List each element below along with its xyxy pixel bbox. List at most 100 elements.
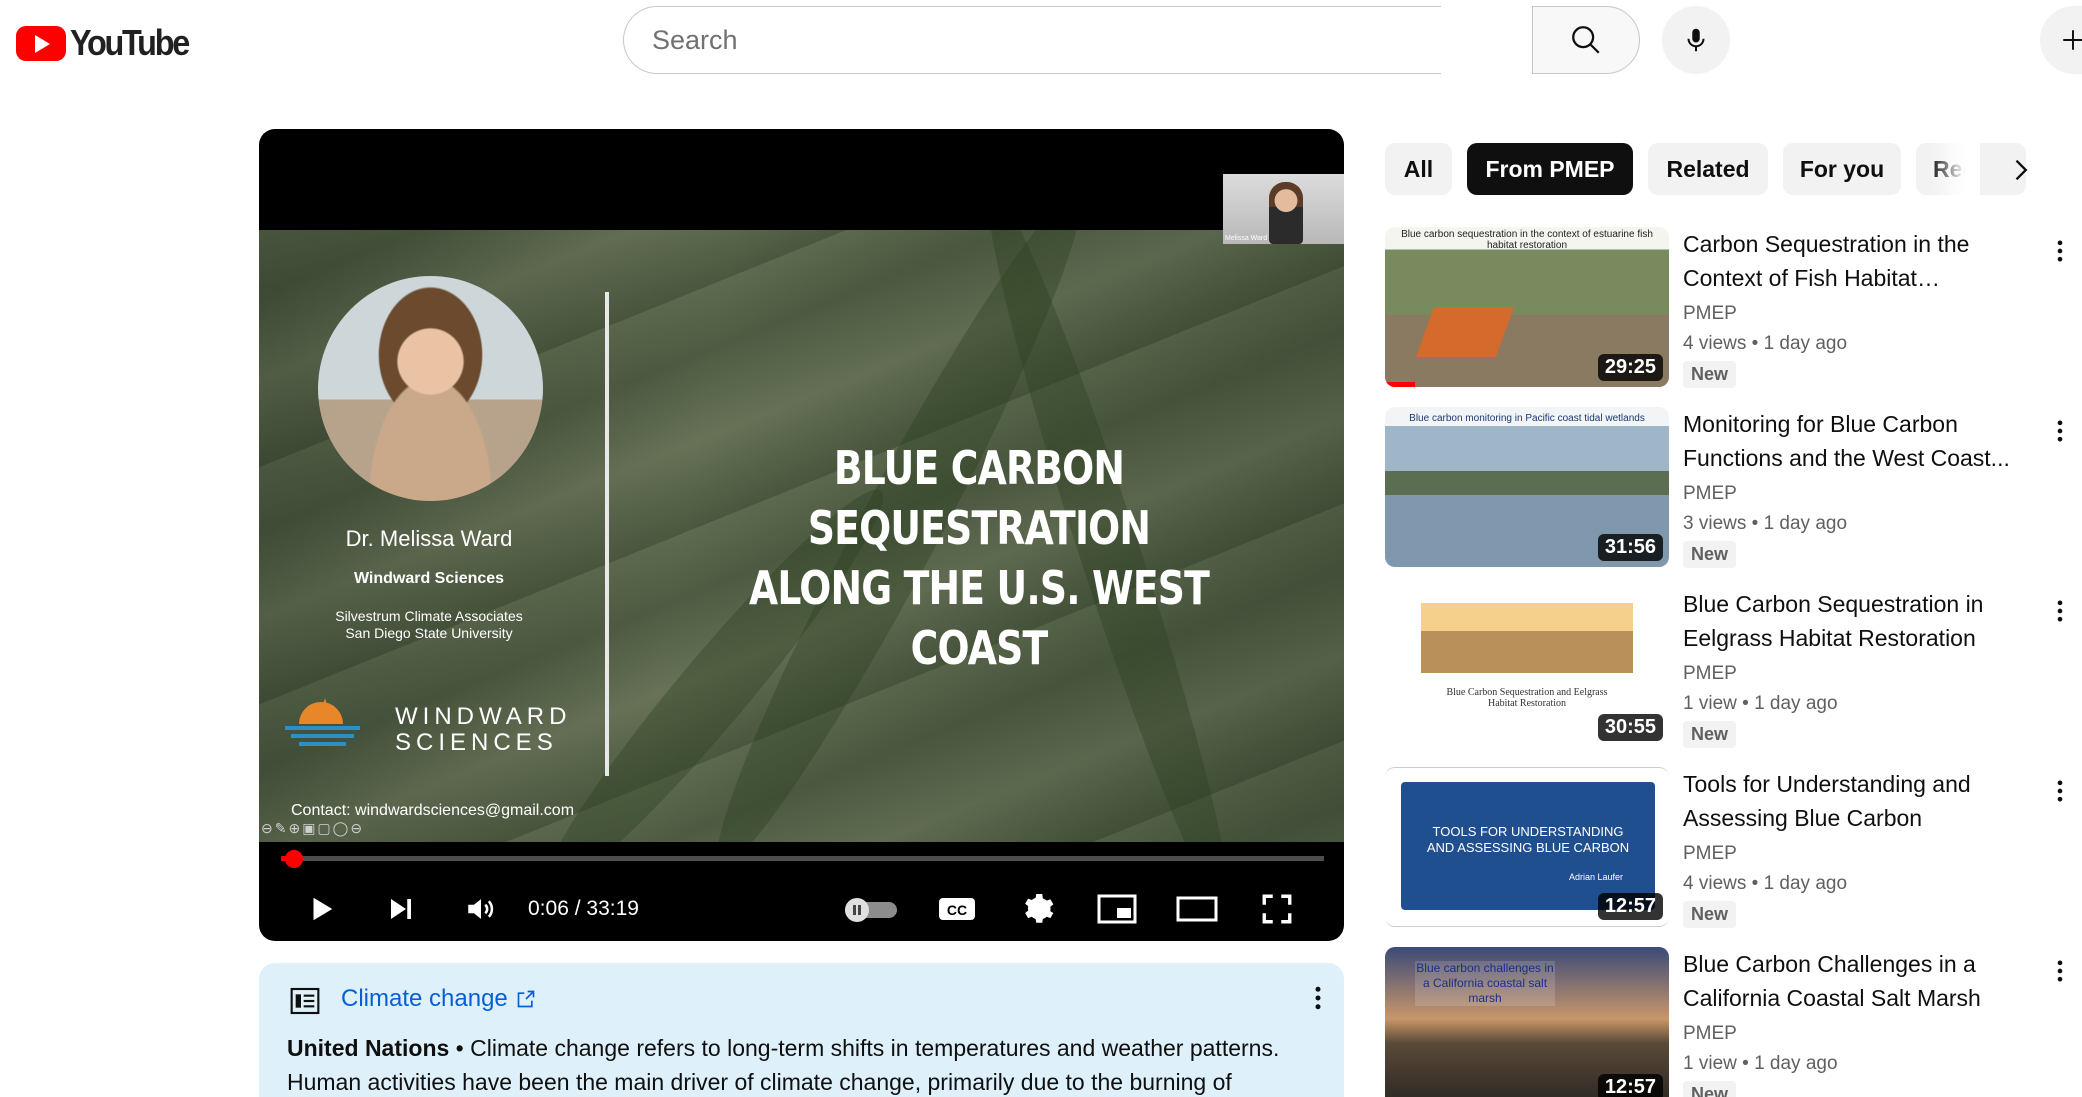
video-thumbnail[interactable]: Blue Carbon Sequestration and Eelgrass H… — [1385, 587, 1669, 747]
video-thumbnail[interactable]: Blue carbon monitoring in Pacific coast … — [1385, 407, 1669, 567]
video-duration: 29:25 — [1597, 354, 1663, 381]
volume-icon — [468, 899, 494, 919]
chip-all[interactable]: All — [1385, 143, 1452, 195]
scrubber-handle[interactable] — [284, 850, 303, 868]
channel-name[interactable]: PMEP — [1683, 1023, 1737, 1045]
more-vert-icon — [2057, 420, 2063, 442]
recommendation-item[interactable]: Blue carbon challenges in a California c… — [1385, 947, 2082, 1097]
video-thumbnail[interactable]: TOOLS FOR UNDERSTANDING AND ASSESSING BL… — [1385, 767, 1669, 927]
miniplayer-button[interactable] — [1095, 887, 1139, 931]
play-button[interactable] — [299, 887, 343, 931]
search-input[interactable] — [652, 24, 1441, 56]
recommendation-item[interactable]: Blue carbon sequestration in the context… — [1385, 227, 2082, 391]
slide-speaker-name: Dr. Melissa Ward — [345, 526, 513, 551]
recommendation-item[interactable]: TOOLS FOR UNDERSTANDING AND ASSESSING BL… — [1385, 767, 2082, 931]
video-player[interactable]: Dr. Melissa Ward Windward Sciences Silve… — [259, 129, 1344, 941]
create-button[interactable] — [2040, 6, 2082, 74]
slide-divider — [605, 292, 609, 776]
channel-name[interactable]: PMEP — [1683, 303, 1737, 325]
article-icon — [290, 987, 320, 1015]
speaker-photo — [318, 276, 543, 501]
closed-captions-icon: CC — [939, 898, 975, 920]
channel-name[interactable]: PMEP — [1683, 483, 1737, 505]
video-metadata: 4 views • 1 day ago — [1683, 873, 1848, 894]
search-icon — [1572, 26, 1600, 54]
slide-affiliations: Silvestrum Climate Associates San Diego … — [299, 608, 559, 642]
video-metadata: 1 view • 1 day ago — [1683, 693, 1838, 714]
video-metadata: 1 view • 1 day ago — [1683, 1053, 1838, 1074]
mute-button[interactable] — [459, 887, 503, 931]
slide-title: BLUE CARBON SEQUESTRATION ALONG THE U.S.… — [748, 441, 1210, 675]
thumbnail-caption: Blue carbon sequestration in the context… — [1401, 229, 1653, 251]
chip-for-you[interactable]: For you — [1783, 143, 1901, 195]
slide-contact: Contact: windwardsciences@gmail.com — [291, 802, 575, 819]
search-button[interactable] — [1532, 6, 1640, 74]
new-badge: New — [1683, 361, 1737, 388]
video-more-actions-button[interactable] — [2040, 591, 2080, 631]
video-thumbnail[interactable]: Blue carbon challenges in a California c… — [1385, 947, 1669, 1097]
video-title[interactable]: Blue Carbon Challenges in a California C… — [1683, 947, 2033, 1015]
thumbnail-author: Adrian Laufer — [1569, 872, 1624, 882]
channel-name[interactable]: PMEP — [1683, 663, 1737, 685]
time-current: 0:06 — [528, 897, 569, 920]
chips-fade-overlay — [1930, 140, 1980, 198]
chip-from-pmep[interactable]: From PMEP — [1467, 143, 1633, 195]
excavator-graphic — [1415, 307, 1515, 357]
windward-sciences-logo-icon — [285, 698, 360, 746]
search-box[interactable] — [623, 6, 1441, 74]
more-vert-icon — [1315, 986, 1321, 1010]
recommendation-item[interactable]: Blue carbon monitoring in Pacific coast … — [1385, 407, 2082, 571]
time-display: 0:06 / 33:19 — [528, 897, 639, 920]
video-title[interactable]: Carbon Sequestration in the Context of F… — [1683, 227, 2033, 295]
climate-change-link[interactable]: Climate change — [341, 985, 536, 1013]
player-controls: 0:06 / 33:19 CC — [259, 877, 1344, 941]
theater-mode-button[interactable] — [1175, 887, 1219, 931]
video-more-actions-button[interactable] — [2040, 771, 2080, 811]
gear-icon — [1025, 894, 1054, 923]
video-more-actions-button[interactable] — [2040, 231, 2080, 271]
chevron-right-icon — [2015, 159, 2028, 181]
thumbnail-caption: Blue Carbon Sequestration and Eelgrass H… — [1446, 687, 1608, 709]
chips-next-button[interactable] — [2000, 150, 2040, 190]
info-more-actions-button[interactable] — [1303, 983, 1333, 1018]
video-metadata: 3 views • 1 day ago — [1683, 513, 1848, 534]
video-metadata: 4 views • 1 day ago — [1683, 333, 1848, 354]
youtube-logo[interactable]: YouTube — [16, 22, 201, 64]
thumbnail-photo — [1421, 603, 1633, 673]
channel-name[interactable]: PMEP — [1683, 843, 1737, 865]
info-link-label: Climate change — [341, 985, 508, 1012]
video-duration: 31:56 — [1597, 534, 1663, 561]
chip-related[interactable]: Related — [1648, 143, 1768, 195]
video-title[interactable]: Monitoring for Blue Carbon Functions and… — [1683, 407, 2033, 475]
fullscreen-button[interactable] — [1255, 887, 1299, 931]
video-more-actions-button[interactable] — [2040, 411, 2080, 451]
watched-progress — [1385, 382, 1415, 387]
new-badge: New — [1683, 541, 1737, 568]
video-more-actions-button[interactable] — [2040, 951, 2080, 991]
theater-mode-icon — [1176, 896, 1218, 922]
miniplayer-icon — [1097, 894, 1137, 924]
thumbnail-caption: Blue carbon challenges in a California c… — [1415, 961, 1555, 1006]
new-badge: New — [1683, 1081, 1737, 1097]
video-duration: 12:57 — [1597, 1074, 1663, 1097]
thumbnail-caption: TOOLS FOR UNDERSTANDING AND ASSESSING BL… — [1426, 824, 1630, 855]
autoplay-toggle[interactable] — [839, 887, 903, 931]
video-duration: 30:55 — [1597, 714, 1663, 741]
settings-button[interactable] — [1015, 887, 1059, 931]
info-panel: Climate change United Nations • Climate … — [259, 963, 1344, 1097]
external-link-icon — [517, 990, 535, 1008]
voice-search-button[interactable] — [1662, 6, 1730, 74]
slide-speaker-org: Windward Sciences — [353, 570, 505, 587]
progress-bar[interactable] — [281, 850, 1324, 868]
new-badge: New — [1683, 721, 1737, 748]
plus-icon — [2063, 30, 2082, 50]
recommendation-item[interactable]: Blue Carbon Sequestration and Eelgrass H… — [1385, 587, 2082, 751]
captions-button[interactable]: CC — [935, 887, 979, 931]
next-button[interactable] — [379, 887, 423, 931]
video-title[interactable]: Tools for Understanding and Assessing Bl… — [1683, 767, 2033, 835]
presenter-webcam: Melissa Ward — [1223, 174, 1344, 244]
fullscreen-icon — [1262, 894, 1292, 924]
autoplay-toggle-icon — [845, 898, 897, 922]
video-thumbnail[interactable]: Blue carbon sequestration in the context… — [1385, 227, 1669, 387]
video-title[interactable]: Blue Carbon Sequestration in Eelgrass Ha… — [1683, 587, 2033, 655]
